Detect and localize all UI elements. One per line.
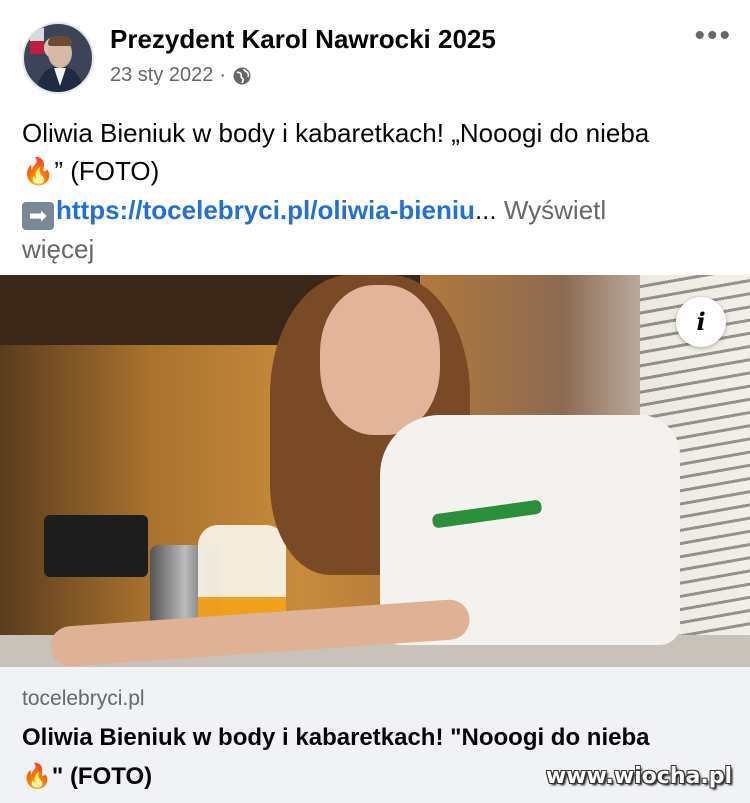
- right-arrow-icon: ➡: [22, 202, 54, 230]
- post-date[interactable]: 23 sty 2022: [110, 64, 213, 87]
- post-text-line2: ” (FOTO): [54, 156, 160, 186]
- avatar-hair: [48, 36, 72, 46]
- watermark: www.wiocha.pl: [545, 764, 732, 789]
- image-socket: [44, 515, 148, 577]
- post-text-line1: Oliwia Bieniuk w body i kabaretkach! „No…: [22, 118, 650, 148]
- author-name[interactable]: Prezydent Karol Nawrocki 2025: [110, 24, 496, 55]
- more-options-icon[interactable]: •••: [694, 21, 732, 51]
- post-link[interactable]: https://tocelebryci.pl/oliwia-bieniu: [56, 195, 475, 225]
- preview-domain: tocelebryci.pl: [22, 687, 145, 710]
- fire-emoji-icon: 🔥: [22, 157, 55, 187]
- post-image[interactable]: i: [0, 275, 750, 667]
- flag-decoration: [30, 28, 44, 54]
- globe-icon: [233, 67, 251, 84]
- post-meta: 23 sty 2022 ·: [110, 64, 252, 87]
- post-header: Prezydent Karol Nawrocki 2025 23 sty 202…: [0, 0, 750, 110]
- fire-emoji-icon: 🔥: [22, 762, 52, 790]
- image-face: [320, 285, 440, 435]
- meta-separator: ·: [219, 64, 227, 86]
- author-avatar[interactable]: [22, 22, 94, 94]
- info-icon[interactable]: i: [676, 297, 726, 347]
- link-ellipsis: ...: [474, 195, 497, 225]
- post-text: Oliwia Bieniuk w body i kabaretkach! „No…: [22, 114, 732, 268]
